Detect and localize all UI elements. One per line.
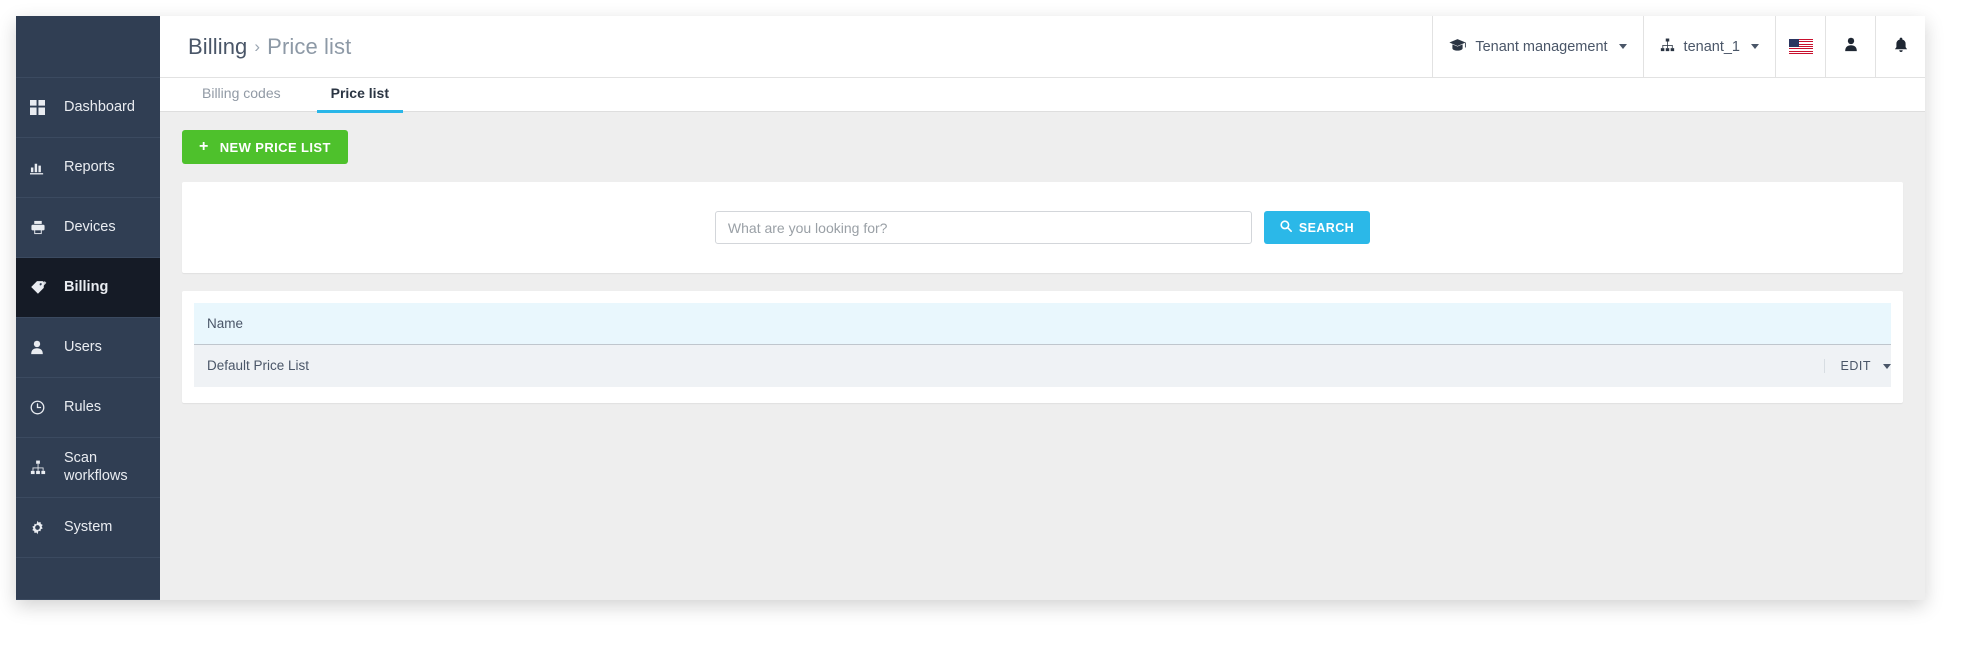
- sidebar-item-label: Reports: [64, 158, 115, 175]
- sidebar-item-label: Devices: [64, 218, 116, 235]
- tenant-management-label: Tenant management: [1475, 38, 1608, 55]
- plus-icon: +: [199, 138, 209, 155]
- sidebar-item-billing[interactable]: Billing: [16, 258, 160, 318]
- column-header-actions: [1771, 303, 1891, 345]
- sidebar-filler: [16, 558, 160, 600]
- clock-icon: [30, 400, 56, 415]
- new-price-list-button[interactable]: + NEW PRICE LIST: [182, 130, 348, 164]
- price-list-table: Name Default Price List EDIT: [194, 303, 1891, 387]
- tenant-selector[interactable]: tenant_1: [1642, 16, 1775, 77]
- sitemap-icon: [1660, 38, 1675, 56]
- sidebar-item-dashboard[interactable]: Dashboard: [16, 78, 160, 138]
- search-button-label: SEARCH: [1298, 220, 1355, 235]
- breadcrumb-root[interactable]: Billing: [188, 34, 247, 60]
- notifications-button[interactable]: [1875, 16, 1925, 77]
- language-selector[interactable]: [1775, 16, 1825, 77]
- sidebar-item-label: System: [64, 518, 113, 535]
- tab-price-list[interactable]: Price list: [316, 85, 403, 113]
- content-area: + NEW PRICE LIST SEARCH Name: [160, 112, 1925, 600]
- sidebar-logo: [16, 16, 160, 78]
- table-head: Name: [194, 303, 1891, 345]
- graduation-cap-icon: [1449, 38, 1467, 56]
- search-input[interactable]: [714, 211, 1252, 244]
- chevron-down-icon: [1618, 44, 1627, 49]
- breadcrumb-current: Price list: [267, 33, 352, 59]
- sidebar-item-users[interactable]: Users: [16, 318, 160, 378]
- sidebar-item-label: Scan workflows: [64, 449, 128, 484]
- printer-icon: [30, 220, 56, 235]
- sidebar-item-label: Dashboard: [64, 98, 135, 115]
- new-price-list-label: NEW PRICE LIST: [219, 139, 331, 155]
- main-area: Billing › Price list Tenant management t…: [160, 16, 1925, 600]
- sidebar-item-system[interactable]: System: [16, 498, 160, 558]
- sidebar: Dashboard Reports Devices Billing Users: [16, 16, 160, 600]
- edit-split-button[interactable]: EDIT: [1823, 359, 1891, 374]
- cell-actions: EDIT: [1771, 344, 1891, 387]
- caret-down-icon[interactable]: [1883, 363, 1891, 369]
- tenant-label: tenant_1: [1683, 38, 1740, 55]
- tenant-management-menu[interactable]: Tenant management: [1432, 16, 1642, 77]
- top-bar: Billing › Price list Tenant management t…: [160, 16, 1925, 78]
- dashboard-grid-icon: [30, 100, 56, 115]
- tag-icon: [30, 280, 56, 295]
- tab-bar: Billing codes Price list: [160, 78, 1925, 113]
- search-icon: [1280, 220, 1292, 235]
- breadcrumb-separator-icon: ›: [254, 36, 261, 56]
- us-flag-icon: [1788, 39, 1813, 54]
- chevron-down-icon: [1751, 44, 1759, 49]
- sidebar-item-rules[interactable]: Rules: [16, 378, 160, 438]
- sitemap-icon: [30, 460, 56, 475]
- bar-chart-icon: [30, 160, 56, 175]
- column-header-name[interactable]: Name: [194, 303, 1771, 345]
- price-list-panel: Name Default Price List EDIT: [182, 291, 1903, 403]
- app-window: Dashboard Reports Devices Billing Users: [16, 16, 1925, 600]
- bell-icon: [1894, 37, 1908, 57]
- search-button[interactable]: SEARCH: [1263, 211, 1371, 244]
- table-header-row: Name: [194, 303, 1891, 345]
- search-panel: SEARCH: [182, 182, 1903, 273]
- sidebar-item-label: Users: [64, 338, 102, 355]
- gear-icon: [30, 520, 56, 535]
- breadcrumb: Billing › Price list: [160, 16, 1432, 77]
- cell-name: Default Price List: [194, 344, 1771, 387]
- table-body: Default Price List EDIT: [194, 344, 1891, 387]
- edit-button-label[interactable]: EDIT: [1841, 359, 1871, 373]
- sidebar-item-label: Billing: [64, 278, 109, 295]
- sidebar-item-label: Rules: [64, 398, 102, 415]
- sidebar-item-devices[interactable]: Devices: [16, 198, 160, 258]
- user-icon: [1844, 37, 1858, 56]
- table-row[interactable]: Default Price List EDIT: [194, 344, 1891, 387]
- account-menu[interactable]: [1825, 16, 1875, 77]
- sidebar-item-reports[interactable]: Reports: [16, 138, 160, 198]
- user-icon: [30, 340, 56, 355]
- tab-billing-codes[interactable]: Billing codes: [188, 85, 295, 113]
- sidebar-item-scan-workflows[interactable]: Scan workflows: [16, 438, 160, 498]
